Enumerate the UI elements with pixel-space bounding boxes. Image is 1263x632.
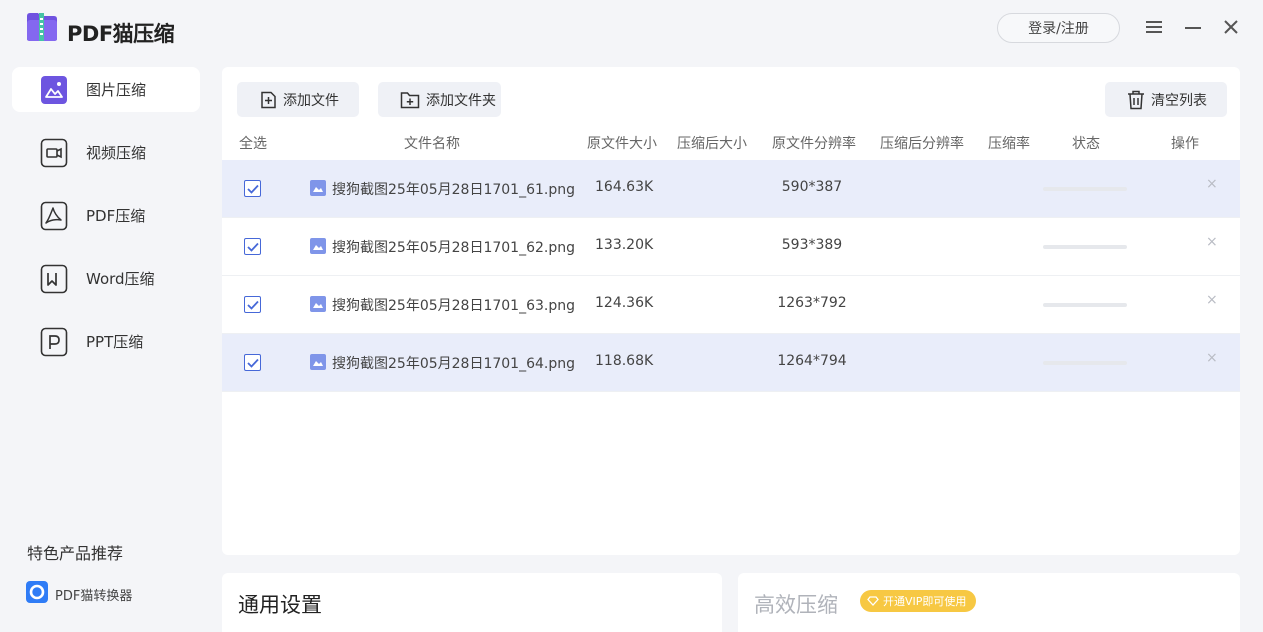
app-title: PDF猫压缩 <box>67 22 175 46</box>
add-folder-button[interactable]: 添加文件夹 <box>378 82 501 117</box>
file-list-panel: 添加文件 添加文件夹 清空列表 全选 文件名称 原文件大小 压缩后大小 原文件分… <box>222 67 1240 555</box>
delete-row-button[interactable]: × <box>1206 292 1218 308</box>
delete-row-button[interactable]: × <box>1206 176 1218 192</box>
featured-product-label: PDF猫转换器 <box>55 588 133 604</box>
featured-products-title: 特色产品推荐 <box>27 544 124 563</box>
menu-icon[interactable] <box>1143 16 1165 38</box>
image-file-icon <box>310 180 326 196</box>
clear-list-label: 清空列表 <box>1151 92 1207 109</box>
header-compressed-resolution: 压缩后分辨率 <box>880 136 964 152</box>
add-folder-label: 添加文件夹 <box>426 92 496 109</box>
row-checkbox[interactable] <box>244 354 261 371</box>
converter-logo-icon <box>26 581 48 607</box>
trash-icon <box>1128 90 1144 109</box>
general-settings-panel: 通用设置 <box>222 573 722 632</box>
close-icon[interactable] <box>1220 16 1242 38</box>
file-original-resolution: 590*387 <box>781 179 843 195</box>
sidebar-item-label: 图片压缩 <box>86 81 147 99</box>
sidebar-item-pdf-compress[interactable]: PDF压缩 <box>12 193 200 238</box>
ppt-icon <box>40 326 68 358</box>
table-row[interactable]: 搜狗截图25年05月28日1701_61.png 164.63K 590*387… <box>222 160 1240 218</box>
header-compression-ratio: 压缩率 <box>988 136 1030 152</box>
pdf-icon <box>40 200 68 232</box>
general-settings-title: 通用设置 <box>238 593 322 617</box>
title-bar: PDF猫压缩 登录/注册 <box>0 0 1263 60</box>
word-icon <box>40 263 68 295</box>
file-original-size: 164.63K <box>595 179 654 195</box>
delete-row-button[interactable]: × <box>1206 234 1218 250</box>
file-original-size: 118.68K <box>595 353 654 369</box>
file-name: 搜狗截图25年05月28日1701_61.png <box>332 182 575 198</box>
file-original-resolution: 1264*794 <box>777 353 847 369</box>
sidebar-item-word-compress[interactable]: Word压缩 <box>12 256 200 301</box>
add-file-label: 添加文件 <box>283 92 339 109</box>
table-row[interactable]: 搜狗截图25年05月28日1701_63.png 124.36K 1263*79… <box>222 276 1240 334</box>
progress-bar <box>1043 303 1127 307</box>
featured-product-pdf-converter[interactable]: PDF猫转换器 <box>26 581 132 607</box>
add-folder-icon <box>400 91 420 108</box>
app-logo-icon <box>26 12 58 42</box>
vip-badge-label: 开通VIP即可使用 <box>883 595 967 608</box>
add-file-button[interactable]: 添加文件 <box>237 82 359 117</box>
header-file-name: 文件名称 <box>404 136 460 152</box>
file-name: 搜狗截图25年05月28日1701_64.png <box>332 356 575 372</box>
sidebar-item-image-compress[interactable]: 图片压缩 <box>12 67 200 112</box>
row-checkbox[interactable] <box>244 180 261 197</box>
table-row[interactable]: 搜狗截图25年05月28日1701_64.png 118.68K 1264*79… <box>222 334 1240 392</box>
delete-row-button[interactable]: × <box>1206 350 1218 366</box>
file-original-resolution: 593*389 <box>781 237 843 253</box>
file-name: 搜狗截图25年05月28日1701_62.png <box>332 240 575 256</box>
header-action: 操作 <box>1171 136 1199 152</box>
sidebar-item-label: PDF压缩 <box>86 207 146 225</box>
file-original-size: 124.36K <box>595 295 654 311</box>
table-header: 全选 文件名称 原文件大小 压缩后大小 原文件分辨率 压缩后分辨率 压缩率 状态… <box>222 127 1240 161</box>
sidebar-item-label: PPT压缩 <box>86 333 144 351</box>
file-name: 搜狗截图25年05月28日1701_63.png <box>332 298 575 314</box>
progress-bar <box>1043 361 1127 365</box>
sidebar-item-label: Word压缩 <box>86 270 155 288</box>
sidebar: 图片压缩 视频压缩 PDF压缩 Word压缩 PPT压缩 特色产品推荐 PDF猫… <box>0 60 212 632</box>
header-compressed-size: 压缩后大小 <box>677 136 747 152</box>
image-file-icon <box>310 354 326 370</box>
diamond-icon <box>867 596 879 606</box>
row-checkbox[interactable] <box>244 296 261 313</box>
image-icon <box>40 74 68 106</box>
login-register-button[interactable]: 登录/注册 <box>997 13 1120 43</box>
select-all-checkbox-label[interactable]: 全选 <box>239 133 267 153</box>
sidebar-item-label: 视频压缩 <box>86 144 147 162</box>
sidebar-item-ppt-compress[interactable]: PPT压缩 <box>12 319 200 364</box>
table-row[interactable]: 搜狗截图25年05月28日1701_62.png 133.20K 593*389… <box>222 218 1240 276</box>
file-original-resolution: 1263*792 <box>777 295 847 311</box>
sidebar-item-video-compress[interactable]: 视频压缩 <box>12 130 200 175</box>
image-file-icon <box>310 238 326 254</box>
header-original-size: 原文件大小 <box>587 136 657 152</box>
video-icon <box>40 137 68 169</box>
row-checkbox[interactable] <box>244 238 261 255</box>
header-status: 状态 <box>1072 136 1100 152</box>
add-file-icon <box>261 91 276 108</box>
file-original-size: 133.20K <box>595 237 654 253</box>
progress-bar <box>1043 245 1127 249</box>
progress-bar <box>1043 187 1127 191</box>
clear-list-button[interactable]: 清空列表 <box>1105 82 1227 117</box>
efficient-compress-panel: 高效压缩 开通VIP即可使用 <box>738 573 1240 632</box>
header-original-resolution: 原文件分辨率 <box>772 136 856 152</box>
image-file-icon <box>310 296 326 312</box>
minimize-icon[interactable] <box>1182 16 1204 38</box>
efficient-compress-title: 高效压缩 <box>754 593 838 617</box>
vip-badge[interactable]: 开通VIP即可使用 <box>860 590 977 612</box>
